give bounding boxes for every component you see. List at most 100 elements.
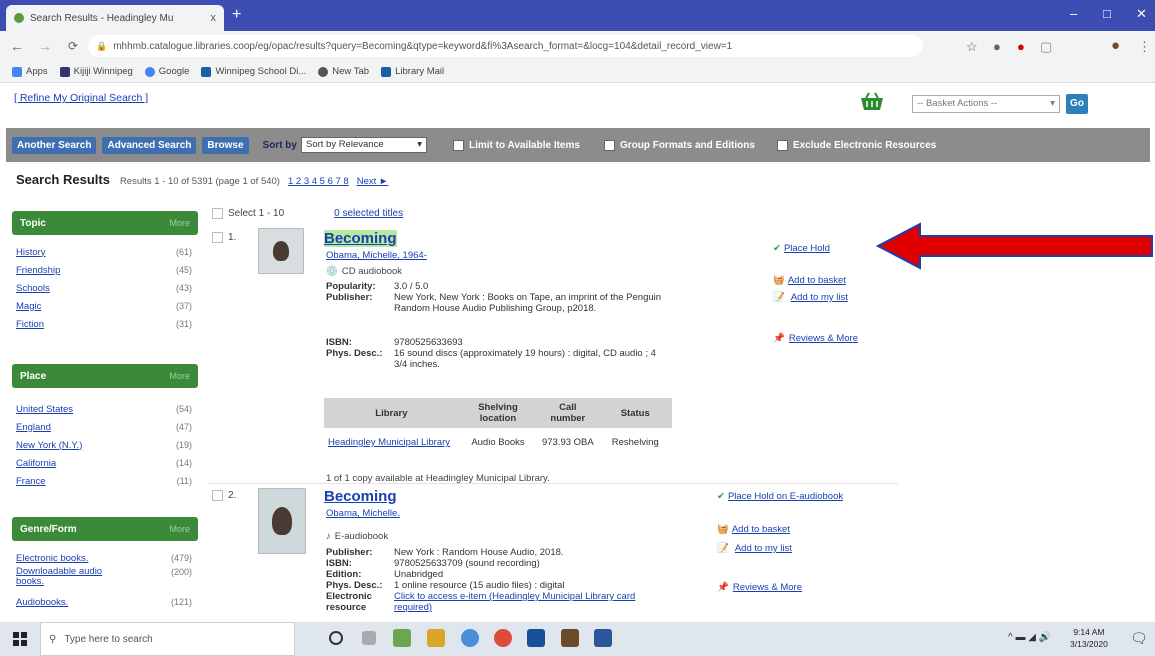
facet-item-link[interactable]: New York (N.Y.) — [16, 440, 82, 451]
advanced-search-button[interactable]: Advanced Search — [102, 136, 197, 154]
reload-icon[interactable]: ⟳ — [62, 39, 84, 53]
forward-arrow-icon[interactable]: → — [34, 38, 56, 54]
facet-item-link[interactable]: United States — [16, 404, 73, 415]
page-links[interactable]: 1 2 3 4 5 6 7 8 — [288, 176, 349, 187]
result-2-author-link[interactable]: Obama, Michelle. — [326, 508, 400, 519]
menu-kebab-icon[interactable]: ⋮ — [1138, 39, 1151, 55]
browse-button[interactable]: Browse — [202, 136, 249, 154]
exclude-electronic-toggle[interactable]: Exclude Electronic Resources — [776, 139, 936, 151]
facet-more-link[interactable]: More — [169, 371, 190, 381]
word-icon[interactable] — [594, 629, 612, 647]
outlook-icon[interactable] — [527, 629, 545, 647]
library-icon[interactable] — [561, 629, 579, 647]
browser-tab[interactable]: Search Results - Headingley Mu x — [6, 5, 224, 31]
facet-item-link[interactable]: Magic — [16, 301, 41, 312]
bookmark-google[interactable]: Google — [144, 66, 189, 77]
bookmark-label: New Tab — [332, 66, 370, 77]
electronic-access-link[interactable]: Click to access e-item (Headingley Munic… — [394, 591, 654, 613]
chrome-icon[interactable] — [494, 629, 512, 647]
taskbar-clock[interactable]: 9:14 AM 3/13/2020 — [1070, 626, 1108, 650]
task-view-icon[interactable] — [362, 631, 376, 645]
bookmark-kijiji[interactable]: Kijiji Winnipeg — [59, 66, 133, 77]
pin-icon: 📌 — [773, 333, 785, 344]
result-1-reviews[interactable]: 📌 Reviews & More — [773, 333, 858, 344]
add-to-list-link[interactable]: Add to my list — [735, 543, 792, 554]
bookmark-new-tab[interactable]: New Tab — [318, 66, 369, 77]
result-2-place-hold[interactable]: ✔ Place Hold on E-audiobook — [717, 491, 843, 502]
taskbar-search-input[interactable]: ⚲ Type here to search — [40, 622, 295, 656]
add-to-basket-link[interactable]: Add to basket — [732, 524, 790, 535]
back-arrow-icon[interactable]: ← — [6, 38, 28, 54]
reviews-link[interactable]: Reviews & More — [789, 333, 858, 344]
edge-icon[interactable] — [461, 629, 479, 647]
result-2-cover-image[interactable] — [258, 488, 306, 554]
facet-item-link[interactable]: Audiobooks. — [16, 597, 68, 608]
maximize-button[interactable]: □ — [1103, 6, 1111, 21]
minimize-button[interactable]: – — [1070, 6, 1077, 21]
result-1-checkbox[interactable] — [212, 232, 223, 243]
group-formats-checkbox[interactable] — [603, 139, 615, 151]
result-1-author-link[interactable]: Obama, Michelle, 1964- — [326, 250, 427, 261]
exclude-electronic-checkbox[interactable] — [776, 139, 788, 151]
facet-more-link[interactable]: More — [169, 218, 190, 228]
result-2-checkbox[interactable] — [212, 490, 223, 501]
limit-available-checkbox[interactable] — [452, 139, 464, 151]
url-input[interactable]: 🔒 mhhmb.catalogue.libraries.coop/eg/opac… — [88, 35, 923, 57]
profile-avatar[interactable]: ● — [1111, 37, 1120, 54]
facet-item-link[interactable]: Fiction — [16, 319, 44, 330]
another-search-button[interactable]: Another Search — [12, 136, 97, 154]
facet-item-link[interactable]: California — [16, 458, 56, 469]
go-button[interactable]: Go — [1066, 94, 1088, 114]
group-formats-toggle[interactable]: Group Formats and Editions — [603, 139, 755, 151]
facet-item-link[interactable]: Schools — [16, 283, 50, 294]
add-to-basket-link[interactable]: Add to basket — [788, 275, 846, 286]
refine-search-link[interactable]: [ Refine My Original Search ] — [14, 92, 148, 104]
notifications-icon[interactable]: 🗨 — [1130, 630, 1148, 647]
store-icon[interactable] — [393, 629, 411, 647]
sort-select[interactable]: Sort by Relevance ▾ — [300, 137, 427, 153]
windows-start-icon[interactable] — [0, 622, 40, 656]
result-1-add-list[interactable]: 📝 Add to my list — [773, 292, 848, 303]
bookmark-apps[interactable]: Apps — [12, 66, 48, 77]
result-2-add-basket[interactable]: 🧺 Add to basket — [717, 524, 790, 535]
result-1-cover-image[interactable] — [258, 228, 304, 274]
facet-item-link[interactable]: Downloadable audio books. — [16, 567, 126, 587]
add-to-list-link[interactable]: Add to my list — [791, 292, 848, 303]
bookmark-label: Kijiji Winnipeg — [73, 66, 133, 77]
limit-available-toggle[interactable]: Limit to Available Items — [452, 139, 580, 151]
basket-actions-select[interactable]: -- Basket Actions -- ▾ — [912, 95, 1060, 113]
bookmark-library-mail[interactable]: Library Mail — [381, 66, 444, 77]
reviews-link[interactable]: Reviews & More — [733, 582, 802, 593]
bookmark-winnipeg-school[interactable]: Winnipeg School Di... — [201, 66, 306, 77]
facet-more-link[interactable]: More — [169, 524, 190, 534]
new-tab-button[interactable]: + — [232, 7, 241, 23]
result-2-title-link[interactable]: Becoming — [324, 488, 397, 505]
bookmark-star-icon[interactable]: ☆ — [966, 39, 978, 55]
result-2-reviews[interactable]: 📌 Reviews & More — [717, 582, 802, 593]
cortana-icon[interactable] — [329, 631, 343, 645]
facet-item-link[interactable]: France — [16, 476, 46, 487]
basket-icon[interactable] — [858, 92, 886, 112]
facet-item-link[interactable]: History — [16, 247, 46, 258]
facet-item-link[interactable]: Friendship — [16, 265, 60, 276]
next-page-link[interactable]: Next ► — [357, 176, 389, 187]
opera-extension-icon[interactable]: ● — [1017, 39, 1025, 54]
system-tray-icons[interactable]: ^ ▬ ◢ 🔊 — [1008, 632, 1051, 643]
result-1-add-basket[interactable]: 🧺 Add to basket — [773, 275, 846, 286]
result-1-place-hold[interactable]: ✔ Place Hold — [773, 243, 830, 254]
extension-box-icon[interactable]: ▢ — [1040, 39, 1052, 55]
place-hold-link[interactable]: Place Hold — [784, 243, 830, 254]
selected-titles-link[interactable]: 0 selected titles — [334, 208, 403, 219]
place-hold-link[interactable]: Place Hold on E-audiobook — [728, 491, 843, 502]
select-all-checkbox[interactable] — [212, 208, 223, 219]
facet-item-link[interactable]: England — [16, 422, 51, 433]
tab-close-icon[interactable]: x — [211, 12, 217, 24]
extension-icon[interactable]: ● — [993, 39, 1001, 54]
result-1-title-link[interactable]: Becoming — [324, 230, 397, 247]
file-explorer-icon[interactable] — [427, 629, 445, 647]
result-2-add-list[interactable]: 📝 Add to my list — [717, 543, 792, 554]
holdings-library-link[interactable]: Headingley Municipal Library — [328, 437, 450, 448]
facet-item-link[interactable]: Electronic books. — [16, 553, 88, 564]
close-window-button[interactable]: ✕ — [1136, 6, 1147, 22]
group-formats-label: Group Formats and Editions — [619, 139, 755, 151]
